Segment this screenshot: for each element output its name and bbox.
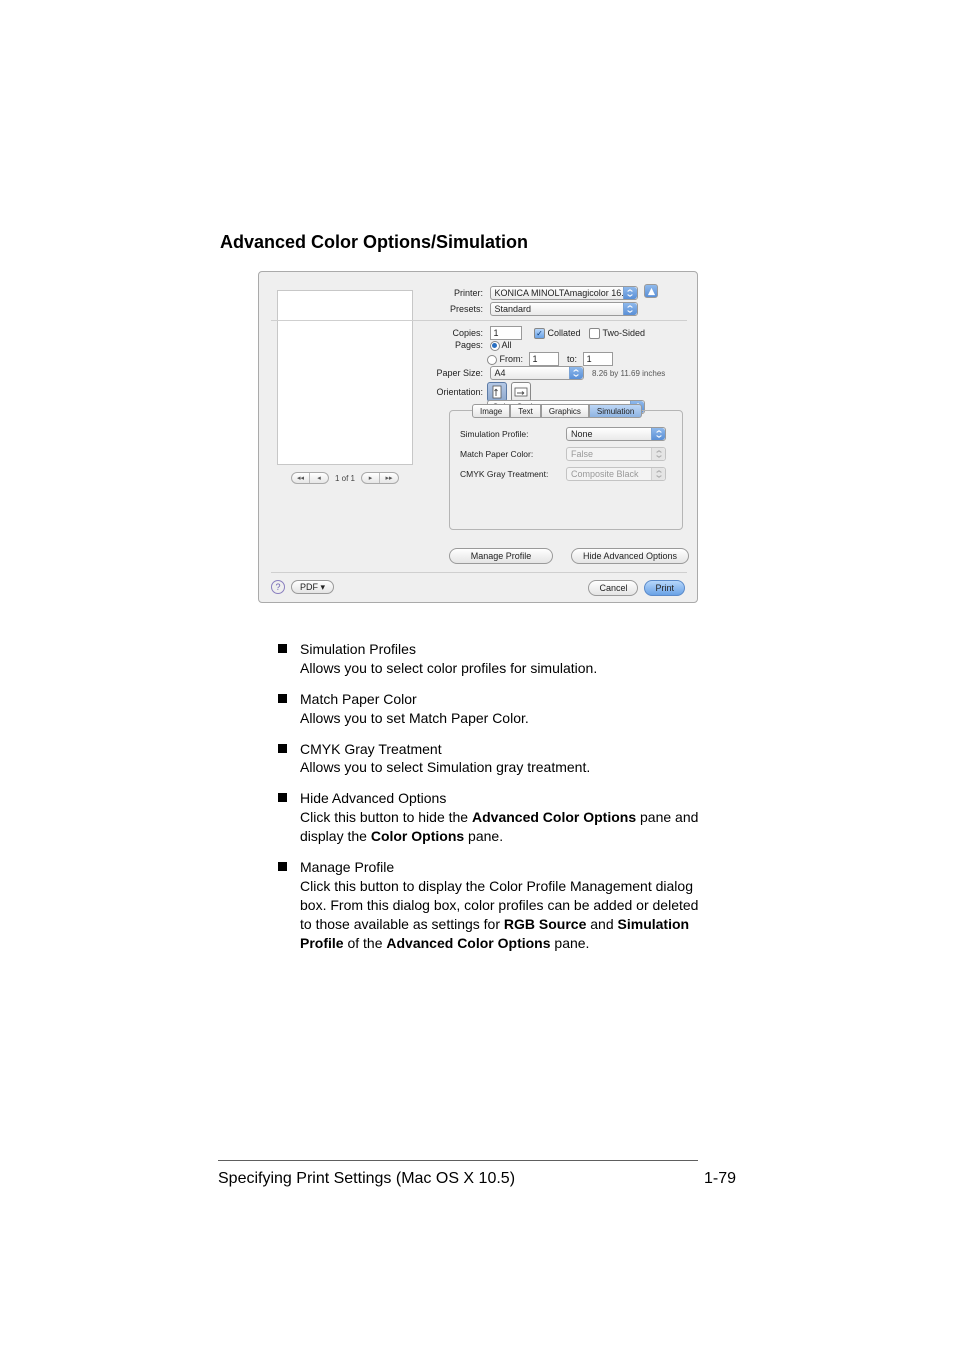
copies-input[interactable]: 1 bbox=[490, 326, 522, 340]
paper-dim: 8.26 by 11.69 inches bbox=[592, 369, 665, 378]
orientation-portrait[interactable] bbox=[487, 382, 507, 402]
cmyk-gray-label: CMYK Gray Treatment: bbox=[460, 469, 560, 479]
orientation-label: Orientation: bbox=[427, 387, 483, 397]
cmyk-gray-value: Composite Black bbox=[571, 469, 639, 479]
tab-image[interactable]: Image bbox=[472, 404, 510, 418]
item-desc: Click this button to display the Color P… bbox=[300, 877, 700, 953]
pages-to-label: to: bbox=[567, 354, 577, 364]
printer-label: Printer: bbox=[427, 288, 483, 298]
preview-pager: ◂◂◂ 1 of 1 ▸▸▸ bbox=[277, 472, 413, 484]
pages-from-radio[interactable] bbox=[487, 355, 497, 365]
item-title: Manage Profile bbox=[300, 858, 700, 877]
list-item: Match Paper Color Allows you to set Matc… bbox=[276, 690, 700, 728]
printer-status-icon[interactable] bbox=[644, 284, 658, 298]
item-title: Hide Advanced Options bbox=[300, 789, 700, 808]
list-item: Hide Advanced Options Click this button … bbox=[276, 789, 700, 846]
match-paper-label: Match Paper Color: bbox=[460, 449, 560, 459]
presets-select[interactable]: Standard bbox=[490, 302, 638, 316]
item-desc: Allows you to select color profiles for … bbox=[300, 659, 700, 678]
hide-advanced-button[interactable]: Hide Advanced Options bbox=[571, 548, 689, 564]
copies-label: Copies: bbox=[427, 328, 483, 338]
tab-simulation[interactable]: Simulation bbox=[589, 404, 642, 418]
body-text: Simulation Profiles Allows you to select… bbox=[276, 640, 700, 964]
tab-graphics[interactable]: Graphics bbox=[541, 404, 589, 418]
item-title: Simulation Profiles bbox=[300, 640, 700, 659]
pdf-menu-button[interactable]: PDF ▾ bbox=[291, 580, 334, 594]
match-paper-select: False bbox=[566, 447, 666, 461]
color-options-tabgroup: Image Text Graphics Simulation Simulatio… bbox=[449, 410, 683, 530]
footer-rule bbox=[218, 1160, 698, 1161]
pager-prev-group[interactable]: ◂◂◂ bbox=[291, 472, 329, 484]
pages-from-label: From: bbox=[500, 354, 524, 364]
collated-checkbox[interactable] bbox=[534, 328, 545, 339]
item-desc: Allows you to set Match Paper Color. bbox=[300, 709, 700, 728]
presets-value: Standard bbox=[495, 304, 532, 314]
tab-text[interactable]: Text bbox=[510, 404, 541, 418]
pages-label: Pages: bbox=[427, 340, 483, 350]
sim-profile-value: None bbox=[571, 429, 593, 439]
item-desc: Allows you to select Simulation gray tre… bbox=[300, 758, 700, 777]
twosided-label: Two-Sided bbox=[602, 328, 645, 338]
help-icon[interactable]: ? bbox=[271, 580, 285, 594]
match-paper-value: False bbox=[571, 449, 593, 459]
cancel-button[interactable]: Cancel bbox=[588, 580, 638, 596]
paper-size-select[interactable]: A4 bbox=[490, 366, 584, 380]
twosided-checkbox[interactable] bbox=[589, 328, 600, 339]
list-item: CMYK Gray Treatment Allows you to select… bbox=[276, 740, 700, 778]
item-desc: Click this button to hide the Advanced C… bbox=[300, 808, 700, 846]
printer-value: KONICA MINOLTAmagicolor 16... bbox=[495, 288, 629, 298]
orientation-landscape[interactable] bbox=[511, 382, 531, 402]
section-heading: Advanced Color Options/Simulation bbox=[220, 232, 528, 253]
presets-label: Presets: bbox=[427, 304, 483, 314]
paper-size-value: A4 bbox=[495, 368, 506, 378]
page-number: 1-79 bbox=[704, 1170, 736, 1188]
list-item: Manage Profile Click this button to disp… bbox=[276, 858, 700, 952]
item-title: CMYK Gray Treatment bbox=[300, 740, 700, 759]
pages-to-input[interactable]: 1 bbox=[583, 352, 613, 366]
cmyk-gray-select: Composite Black bbox=[566, 467, 666, 481]
pages-from-input[interactable]: 1 bbox=[529, 352, 559, 366]
list-item: Simulation Profiles Allows you to select… bbox=[276, 640, 700, 678]
collated-label: Collated bbox=[548, 328, 581, 338]
sim-profile-select[interactable]: None bbox=[566, 427, 666, 441]
sim-profile-label: Simulation Profile: bbox=[460, 429, 560, 439]
page-preview bbox=[277, 290, 413, 465]
paper-size-label: Paper Size: bbox=[427, 368, 483, 378]
pager-text: 1 of 1 bbox=[335, 474, 355, 483]
pages-all-radio[interactable] bbox=[490, 341, 500, 351]
print-dialog: ◂◂◂ 1 of 1 ▸▸▸ Printer: KONICA MINOLTAma… bbox=[258, 271, 698, 603]
pager-next-group[interactable]: ▸▸▸ bbox=[361, 472, 399, 484]
manage-profile-button[interactable]: Manage Profile bbox=[449, 548, 553, 564]
pages-all-label: All bbox=[502, 340, 512, 350]
item-title: Match Paper Color bbox=[300, 690, 700, 709]
footer-title: Specifying Print Settings (Mac OS X 10.5… bbox=[218, 1170, 515, 1188]
print-button[interactable]: Print bbox=[644, 580, 685, 596]
printer-select[interactable]: KONICA MINOLTAmagicolor 16... bbox=[490, 286, 638, 300]
